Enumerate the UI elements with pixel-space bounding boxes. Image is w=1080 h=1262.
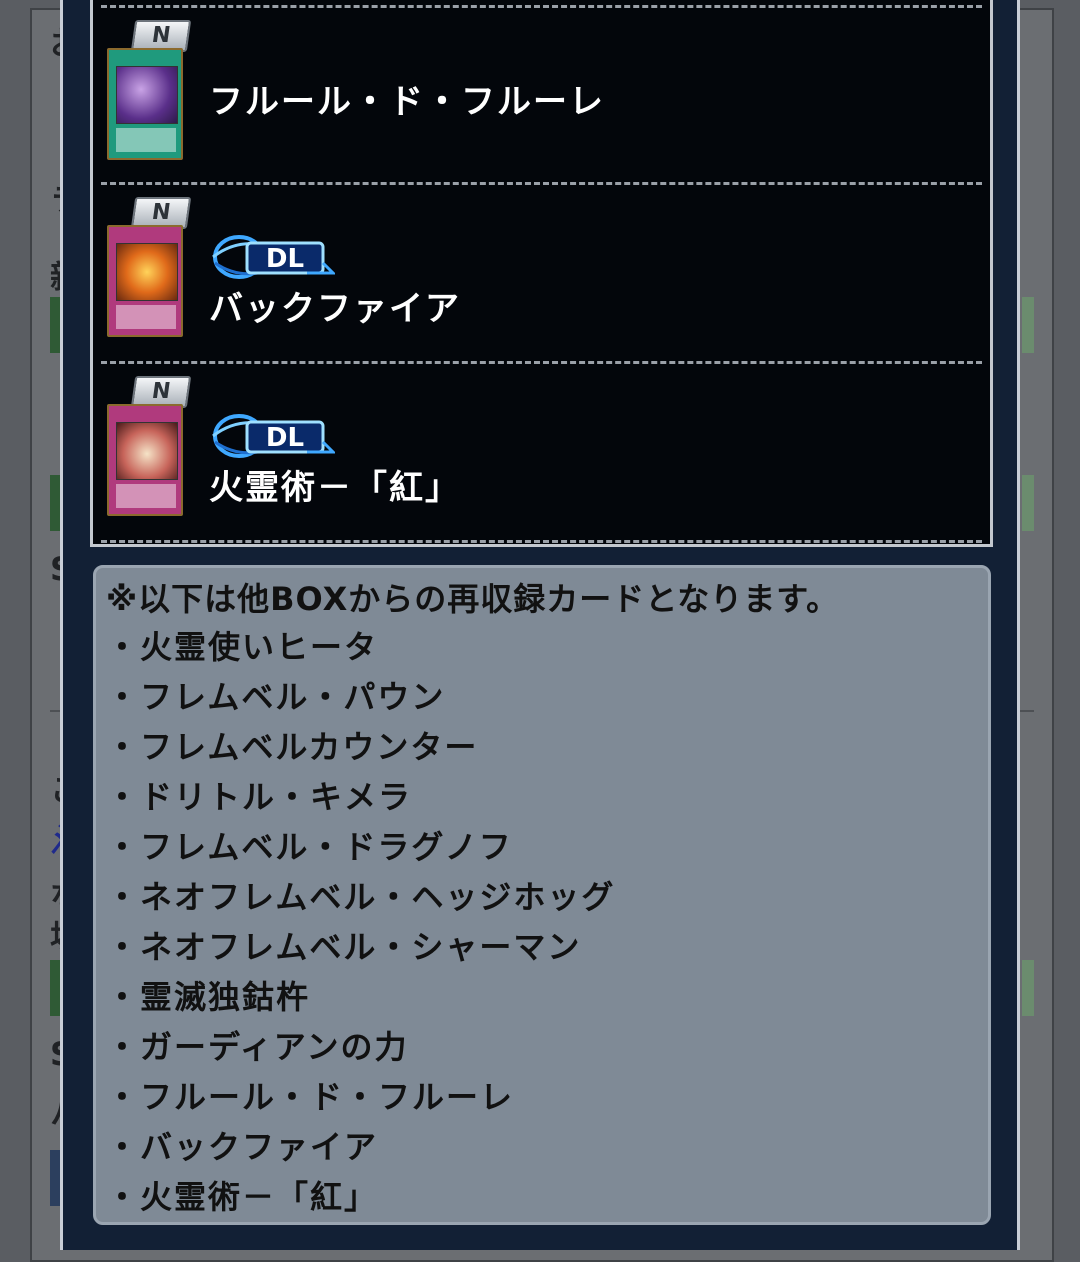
note-item: ・フレムベル・ドラグノフ [106,828,513,866]
bg-bar [50,297,60,353]
note-item: ・フレムベル・パウン [106,678,446,716]
note-item: ・ドリトル・キメラ [106,778,413,816]
card-image [107,404,183,516]
card-art [116,66,178,124]
note-item: ・火霊術－「紅」 [106,1178,379,1216]
bg-bar [1022,297,1034,353]
card-text-box [116,484,176,508]
card-list-modal: N フルール・ド・フルーレ N DL バックファイア N DL 火霊術－「紅」 … [60,0,1020,1250]
dl-logo-icon: DL [212,235,335,279]
bg-bar [50,960,60,1016]
note-item: ・フレムベルカウンター [106,728,479,766]
dl-logo-icon: DL [212,414,335,458]
bg-bar [1022,960,1034,1016]
card-list[interactable]: N フルール・ド・フルーレ N DL バックファイア N DL 火霊術－「紅」 [90,0,993,547]
card-text-box [116,128,176,152]
card-art [116,422,178,480]
card-name: フルール・ド・フルーレ [209,82,605,122]
note-item: ・ネオフレムベル・シャーマン [106,928,582,966]
note-title: ※以下は他BOXからの再収録カードとなります。 [106,580,840,618]
card-row[interactable]: N DL バックファイア [101,185,982,364]
card-text-box [116,305,176,329]
bg-bar [50,475,60,531]
card-row[interactable]: N DL 火霊術－「紅」 [101,364,982,543]
card-row[interactable]: N フルール・ド・フルーレ [101,5,982,185]
card-image [107,225,183,337]
dl-logo-text: DL [266,244,304,274]
note-item: ・ネオフレムベル・ヘッジホッグ [106,878,616,916]
card-art [116,243,178,301]
card-name: バックファイア [209,289,461,329]
note-item: ・火霊使いヒータ [106,628,379,666]
note-item: ・バックファイア [106,1128,379,1166]
card-name: 火霊術－「紅」 [209,468,461,508]
bg-bar [1022,475,1034,531]
note-item: ・ガーディアンの力 [106,1028,409,1066]
bg-bar [50,1150,60,1206]
reprint-note: ※以下は他BOXからの再収録カードとなります。 ・火霊使いヒータ ・フレムベル・… [93,565,991,1225]
dl-logo-text: DL [266,423,304,453]
note-item: ・フルール・ド・フルーレ [106,1078,515,1116]
card-image [107,48,183,160]
note-item: ・霊滅独鈷杵 [106,978,311,1016]
